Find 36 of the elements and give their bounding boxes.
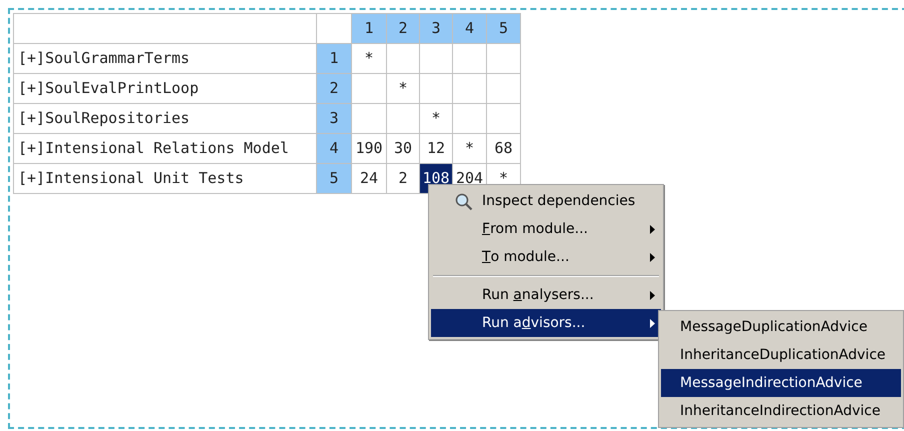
column-header: 3 [420, 14, 452, 44]
row-header: 2 [316, 74, 352, 104]
matrix-cell: * [352, 44, 386, 74]
menu-item[interactable]: Run analysers... [431, 281, 661, 309]
menu-item[interactable]: MessageDuplicationAdvice [661, 313, 901, 341]
column-header: 1 [352, 14, 386, 44]
column-header: 4 [452, 14, 486, 44]
matrix-cell: 24 [352, 164, 386, 194]
submenu-arrow-icon [650, 253, 655, 262]
matrix-cell: * [386, 74, 420, 104]
column-header: 5 [486, 14, 520, 44]
matrix-cell: 30 [386, 134, 420, 164]
row-header: 3 [316, 104, 352, 134]
module-name[interactable]: [+]Intensional Relations Model [14, 134, 316, 164]
menu-item[interactable]: To module... [431, 243, 661, 271]
magnifier-icon [455, 193, 473, 211]
submenu-arrow-icon [650, 319, 655, 328]
row-header: 5 [316, 164, 352, 194]
menu-item[interactable]: Run advisors... [431, 309, 661, 337]
row-header: 1 [316, 44, 352, 74]
matrix-cell: * [420, 104, 452, 134]
menu-item[interactable]: InheritanceIndirectionAdvice [661, 397, 901, 425]
matrix-cell: 190 [352, 134, 386, 164]
module-name[interactable]: [+]SoulEvalPrintLoop [14, 74, 316, 104]
module-name[interactable]: [+]SoulGrammarTerms [14, 44, 316, 74]
module-name[interactable]: [+]Intensional Unit Tests [14, 164, 316, 194]
module-name[interactable]: [+]SoulRepositories [14, 104, 316, 134]
matrix-cell: * [452, 134, 486, 164]
row-header: 4 [316, 134, 352, 164]
menu-item[interactable]: From module... [431, 215, 661, 243]
menu-item[interactable]: MessageIndirectionAdvice [661, 369, 901, 397]
menu-item[interactable]: InheritanceDuplicationAdvice [661, 341, 901, 369]
submenu-arrow-icon [650, 291, 655, 300]
column-header: 2 [386, 14, 420, 44]
matrix-cell: 68 [486, 134, 520, 164]
submenu-arrow-icon [650, 225, 655, 234]
